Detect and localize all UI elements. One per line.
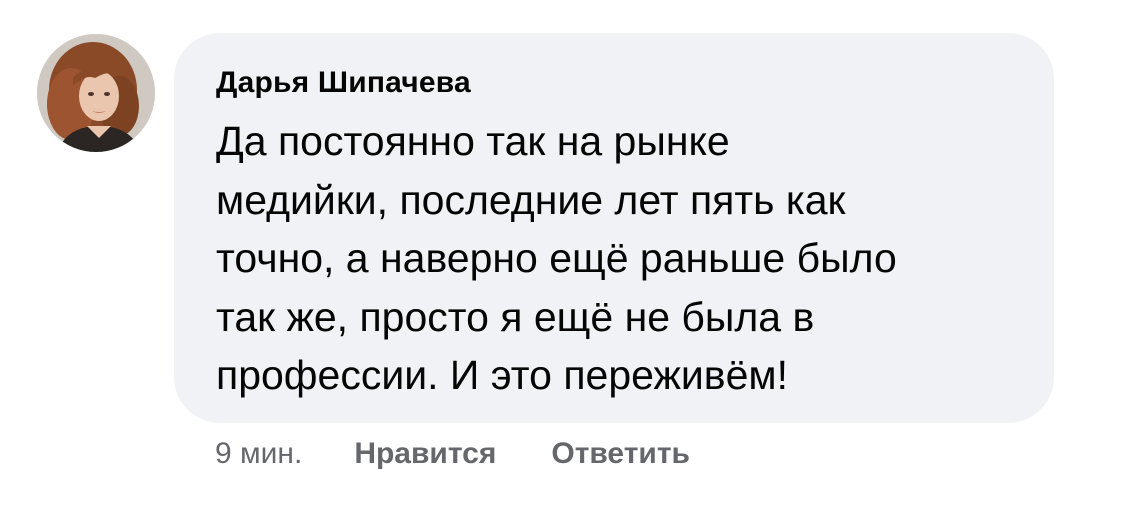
comment-actions: 9 мин. Нравится Ответить — [215, 434, 690, 474]
reply-button[interactable]: Ответить — [551, 437, 690, 471]
comment-timestamp[interactable]: 9 мин. — [215, 437, 302, 471]
user-photo-avatar-icon — [37, 34, 155, 152]
comment: Дарья Шипачева Да постоянно так на рынке… — [0, 0, 1125, 505]
like-button[interactable]: Нравится — [354, 437, 496, 471]
comment-bubble: Дарья Шипачева Да постоянно так на рынке… — [174, 33, 1054, 423]
avatar[interactable] — [37, 34, 155, 152]
comment-text: Да постоянно так на рынке медийки, после… — [216, 118, 897, 398]
comment-author[interactable]: Дарья Шипачева — [216, 65, 1014, 101]
